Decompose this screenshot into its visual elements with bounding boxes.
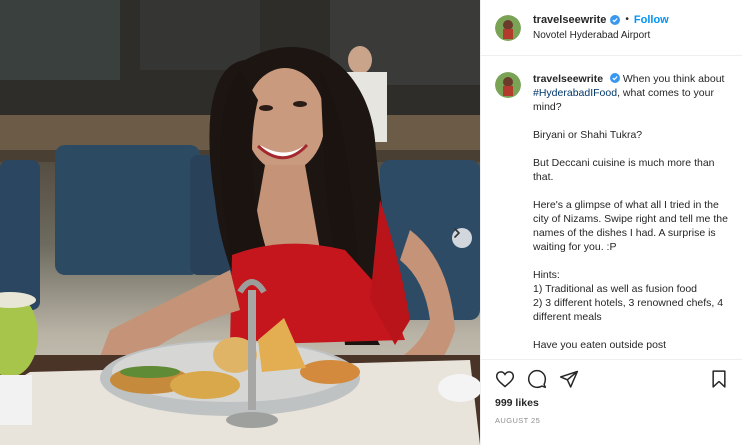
caption-line: Have you eaten outside post — [533, 339, 667, 351]
hashtag-link[interactable]: #HyderabadIFood — [533, 87, 617, 99]
verified-badge-icon — [609, 73, 620, 83]
separator-dot: • — [625, 14, 629, 25]
caption-text: travelseewrite When you think about #Hyd… — [533, 72, 729, 359]
avatar[interactable] — [495, 72, 521, 98]
caption-line: Here's a glimpse of what all I tried in … — [533, 199, 728, 253]
caption-username[interactable]: travelseewrite — [533, 73, 603, 85]
post-date[interactable]: AUGUST 25 — [481, 409, 742, 425]
chevron-right-icon — [454, 228, 460, 238]
verified-badge-icon — [610, 15, 621, 25]
post-photo-illustration — [0, 0, 480, 445]
bookmark-icon[interactable] — [709, 369, 729, 389]
action-bar — [481, 360, 742, 389]
post-header: travelseewrite • Follow Novotel Hyderaba… — [481, 0, 742, 56]
post-image[interactable] — [0, 0, 480, 445]
post-sidebar: travelseewrite • Follow Novotel Hyderaba… — [480, 0, 742, 445]
location-link[interactable]: Novotel Hyderabad Airport — [533, 30, 669, 41]
caption-line: Hints: 1) Traditional as well as fusion … — [533, 269, 724, 323]
header-username[interactable]: travelseewrite — [533, 14, 606, 26]
comment-icon[interactable] — [527, 369, 547, 389]
avatar[interactable] — [495, 14, 521, 41]
heart-icon[interactable] — [495, 369, 515, 389]
actions-area: 999 likes AUGUST 25 — [481, 359, 742, 445]
caption-line: But Deccani cuisine is much more than th… — [533, 157, 715, 183]
share-icon[interactable] — [559, 369, 579, 389]
caption-line: Biryani or Shahi Tukra? — [533, 129, 643, 141]
caption-intro: When you think about — [622, 73, 725, 85]
caption-section: travelseewrite When you think about #Hyd… — [481, 56, 742, 359]
likes-count[interactable]: 999 likes — [481, 389, 742, 409]
follow-button[interactable]: Follow — [634, 14, 669, 26]
carousel-next-button[interactable] — [452, 228, 472, 248]
